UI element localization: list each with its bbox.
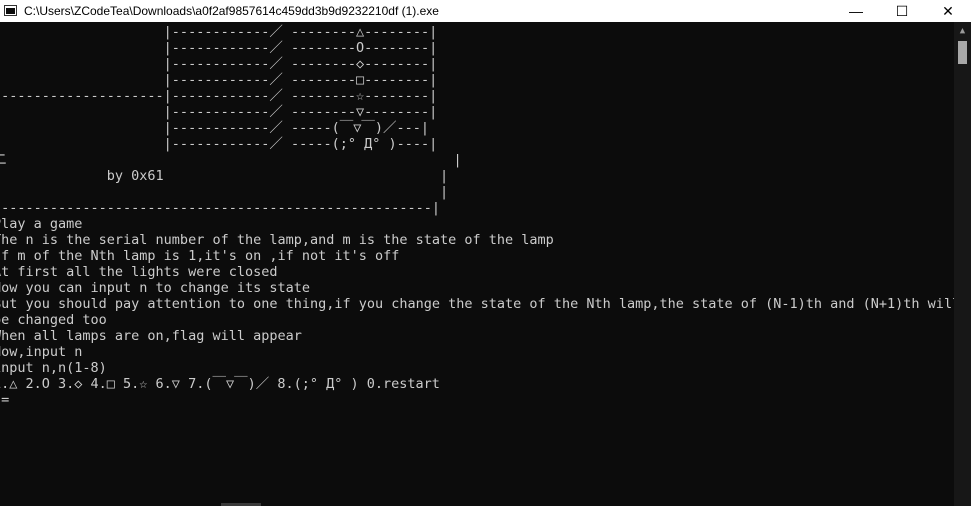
- console-line: |------------／ --------□--------|: [0, 72, 438, 88]
- console-line: But you should pay attention to one thin…: [0, 296, 954, 312]
- console-line: Now you can input n to change its state: [0, 280, 310, 296]
- console-line: At first all the lights were closed: [0, 264, 278, 280]
- console-line: be changed too: [0, 312, 107, 328]
- vertical-scrollbar[interactable]: ▲: [954, 22, 971, 506]
- console-line: n=: [0, 392, 10, 408]
- minimize-button[interactable]: —: [833, 0, 879, 22]
- console-line: input n,n(1-8): [0, 360, 107, 376]
- console-line: by 0x61 |: [0, 168, 449, 184]
- maximize-button[interactable]: ☐: [879, 0, 925, 22]
- console-line: |------------／ -----(￣▽￣)／---|: [0, 120, 430, 136]
- console-line: |------------／ --------◇--------|: [0, 56, 438, 72]
- console-line: ----------------------------------------…: [0, 200, 441, 216]
- console-output[interactable]: |------------／ --------△--------| |-----…: [0, 22, 954, 506]
- console-line: |------------／ -----(;° Д° )----|: [0, 136, 438, 152]
- console-line: The n is the serial number of the lamp,a…: [0, 232, 554, 248]
- console-line: Now,input n: [0, 344, 83, 360]
- console-line: When all lamps are on,flag will appear: [0, 328, 302, 344]
- window-title: C:\Users\ZCodeTea\Downloads\a0f2af985761…: [24, 4, 439, 18]
- console-line: 二 |: [0, 152, 462, 168]
- close-button[interactable]: ✕: [925, 0, 971, 22]
- console-line: Play a game: [0, 216, 83, 232]
- console-line: If m of the Nth lamp is 1,it's on ,if no…: [0, 248, 400, 264]
- console-line: |------------／ --------▽--------|: [0, 104, 438, 120]
- title-bar[interactable]: C:\Users\ZCodeTea\Downloads\a0f2af985761…: [0, 0, 971, 22]
- console-line: |------------／ --------△--------|: [0, 24, 438, 40]
- console-line: --------------------|------------／ -----…: [0, 88, 438, 104]
- console-line: |: [0, 184, 449, 200]
- console-line: |------------／ --------O--------|: [0, 40, 438, 56]
- console-app-icon: [4, 5, 17, 16]
- scroll-up-arrow-icon[interactable]: ▲: [954, 22, 971, 39]
- scrollbar-thumb[interactable]: [958, 41, 967, 64]
- console-line: 1.△ 2.O 3.◇ 4.□ 5.☆ 6.▽ 7.(￣▽￣)／ 8.(;° Д…: [0, 376, 440, 392]
